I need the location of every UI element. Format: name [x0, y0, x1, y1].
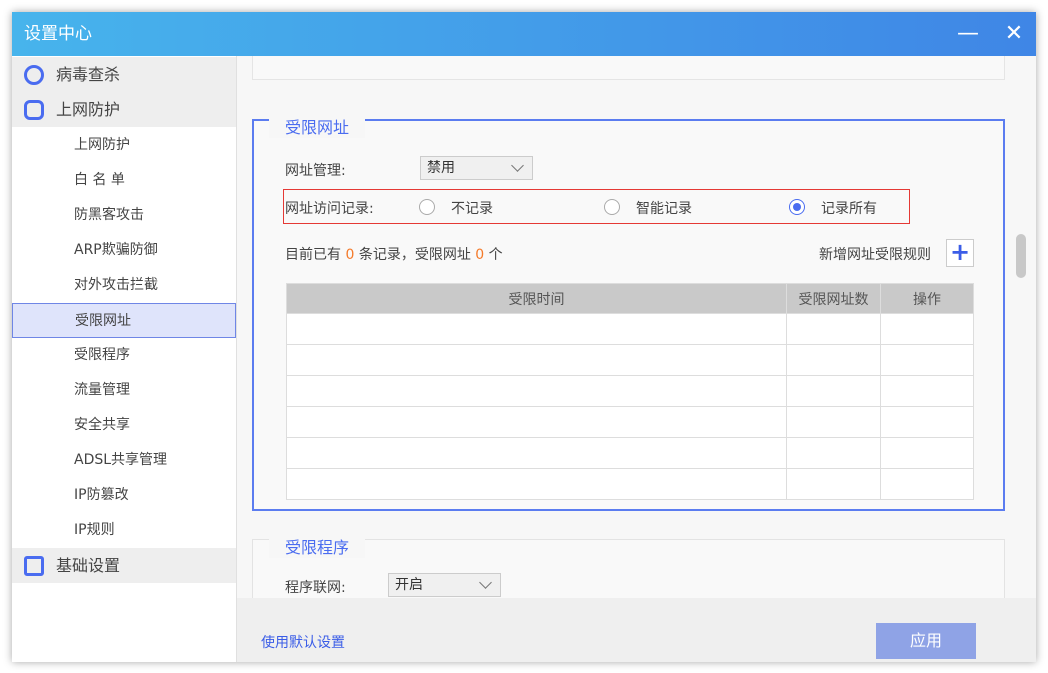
settings-icon [24, 556, 44, 576]
section-legend: 受限网址 [269, 114, 366, 138]
restricted-url-table: 受限时间 受限网址数 操作 [286, 283, 974, 500]
radio-no-log[interactable] [419, 199, 435, 215]
sidebar-item[interactable]: IP规则 [12, 513, 236, 548]
web-protect-icon [24, 100, 44, 120]
table-cell [880, 437, 974, 469]
window-title: 设置中心 [24, 24, 92, 44]
table-cell [286, 406, 787, 438]
title-bar: 设置中心 — ✕ [12, 12, 1036, 56]
section-legend: 受限程序 [269, 534, 366, 558]
url-log-label: 网址访问记录: [285, 201, 374, 217]
program-net-select[interactable]: 开启 [388, 573, 501, 597]
text: 个 [488, 247, 503, 263]
sidebar-item[interactable]: ADSL共享管理 [12, 443, 236, 478]
table-cell [880, 344, 974, 376]
sidebar-item[interactable]: 受限程序 [12, 338, 236, 373]
sidebar-group-basic[interactable]: 基础设置 [12, 548, 236, 583]
table-cell [786, 406, 881, 438]
table-cell [286, 344, 787, 376]
default-settings-link[interactable]: 使用默认设置 [261, 632, 345, 652]
select-value: 开启 [395, 577, 423, 593]
text: 条记录，受限网址 [358, 247, 471, 263]
table-cell [786, 344, 881, 376]
radio-smart-log[interactable] [604, 199, 620, 215]
table-cell [286, 468, 787, 500]
previous-section-card [252, 56, 1005, 80]
footer: 使用默认设置 应用 [237, 598, 1036, 662]
radio-log-all[interactable] [789, 199, 805, 215]
sidebar: 病毒查杀 上网防护 上网防护白 名 单防黑客攻击 ARP欺骗防御 对外攻击拦截 受限网… [12, 56, 237, 662]
url-mgmt-select[interactable]: 禁用 [420, 156, 533, 180]
table-cell [880, 313, 974, 345]
col-header: 操作 [880, 283, 974, 314]
table-cell [786, 313, 881, 345]
close-button[interactable]: ✕ [1000, 20, 1028, 48]
radio-label: 不记录 [451, 201, 493, 217]
sidebar-item[interactable]: 上网防护 [12, 128, 236, 163]
settings-dialog: 设置中心 — ✕ 病毒查杀 上网防护 上网防护白 名 单防黑客攻击 ARP欺骗防御… [12, 12, 1036, 662]
group-label: 上网防护 [56, 100, 121, 119]
chevron-down-icon [479, 576, 492, 589]
table-row [286, 406, 974, 438]
record-summary: 目前已有 0 条记录，受限网址 0 个 [285, 244, 503, 264]
col-header: 受限时间 [286, 283, 787, 314]
url-count: 0 [475, 247, 485, 263]
sidebar-group-web[interactable]: 上网防护 [12, 92, 236, 127]
table-cell [786, 437, 881, 469]
chevron-down-icon [511, 159, 524, 172]
group-label: 病毒查杀 [56, 65, 121, 84]
scrollbar-thumb[interactable] [1016, 234, 1026, 278]
sidebar-item[interactable]: 流量管理 [12, 373, 236, 408]
table-cell [286, 437, 787, 469]
table-cell [880, 406, 974, 438]
sidebar-item[interactable]: IP防篡改 [12, 478, 236, 513]
sidebar-item[interactable]: 防黑客攻击 [12, 198, 236, 233]
select-value: 禁用 [427, 160, 455, 176]
url-mgmt-label: 网址管理: [285, 163, 346, 179]
table-cell [786, 375, 881, 407]
radio-label: 智能记录 [636, 201, 692, 217]
table-cell [286, 375, 787, 407]
apply-button[interactable]: 应用 [876, 623, 976, 659]
add-rule-button[interactable]: + [946, 239, 974, 267]
table-row [286, 313, 974, 345]
table-cell [880, 375, 974, 407]
record-count: 0 [345, 247, 355, 263]
sidebar-item[interactable]: 受限网址 [12, 303, 236, 338]
table-cell [880, 468, 974, 500]
program-net-label: 程序联网: [285, 580, 346, 596]
table-row [286, 375, 974, 407]
add-rule-label[interactable]: 新增网址受限规则 [819, 244, 931, 264]
text: 目前已有 [285, 247, 341, 263]
table-cell [286, 313, 787, 345]
highlight-box [283, 189, 910, 224]
sidebar-item[interactable]: 对外攻击拦截 [12, 268, 236, 303]
content-panel: 受限网址 网址管理: 禁用 网址访问记录: 不记录 智能记录 记录所有 目前已有… [237, 56, 1036, 598]
table-cell [786, 468, 881, 500]
col-header: 受限网址数 [786, 283, 881, 314]
table-row [286, 468, 974, 500]
sidebar-group-virus[interactable]: 病毒查杀 [12, 57, 236, 92]
table-row [286, 344, 974, 376]
radio-label: 记录所有 [821, 201, 877, 217]
sidebar-item[interactable]: 安全共享 [12, 408, 236, 443]
sidebar-item[interactable]: ARP欺骗防御 [12, 233, 236, 268]
group-label: 基础设置 [56, 556, 121, 575]
sidebar-item[interactable]: 白 名 单 [12, 163, 236, 198]
minimize-button[interactable]: — [954, 20, 982, 48]
table-row [286, 437, 974, 469]
virus-scan-icon [24, 65, 44, 85]
